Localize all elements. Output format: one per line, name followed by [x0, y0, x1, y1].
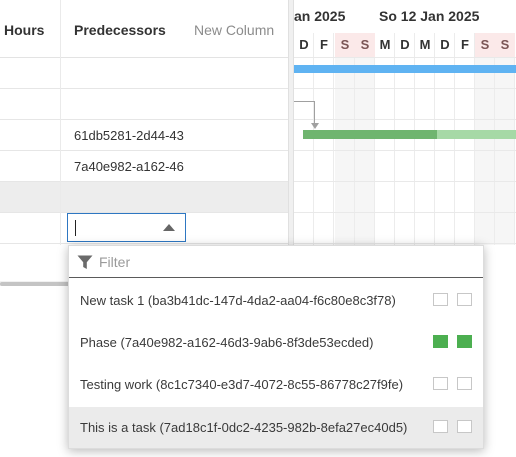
- column-divider[interactable]: [60, 0, 61, 245]
- column-header-new-column[interactable]: New Column: [194, 0, 274, 58]
- gantt-row-line: [294, 150, 516, 151]
- column-header-predecessors[interactable]: Predecessors: [74, 0, 166, 58]
- dependency-arrow-icon: [311, 123, 319, 129]
- checkbox[interactable]: [457, 377, 472, 390]
- option-label: New task 1 (ba3b41dc-147d-4da2-aa04-f6c8…: [80, 293, 396, 308]
- checkbox-checked[interactable]: [457, 335, 472, 348]
- week-header: So 12 Jan 2025: [379, 8, 480, 24]
- predecessors-cell[interactable]: 7a40e982-a162-46: [74, 151, 184, 181]
- table-row[interactable]: 61db5281-2d44-43: [0, 120, 288, 151]
- predecessors-combo-editor[interactable]: [67, 213, 186, 242]
- day-label: D: [400, 37, 410, 52]
- filter-icon: [77, 255, 93, 269]
- day-label: F: [320, 37, 328, 52]
- column-header-hours[interactable]: Hours: [4, 0, 44, 58]
- filter-row: [69, 246, 483, 278]
- dropdown-option[interactable]: New task 1 (ba3b41dc-147d-4da2-aa04-f6c8…: [69, 280, 483, 321]
- text-caret: [75, 220, 76, 236]
- day-label-weekend: S: [475, 33, 495, 57]
- dependency-line: [314, 101, 315, 124]
- table-row-selected[interactable]: [0, 182, 288, 213]
- gantt-bar-task-progress[interactable]: [303, 130, 437, 139]
- day-label: D: [299, 37, 309, 52]
- dropdown-option[interactable]: Testing work (8c1c7340-e3d7-4072-8c55-86…: [69, 364, 483, 405]
- week-header: an 2025: [294, 8, 346, 24]
- gantt-bar-task[interactable]: [437, 130, 516, 139]
- predecessors-cell[interactable]: 61db5281-2d44-43: [74, 120, 184, 150]
- gantt-header-divider: [294, 57, 516, 58]
- grid-header: Hours Predecessors New Column: [0, 0, 288, 58]
- day-label: D: [440, 37, 450, 52]
- checkbox[interactable]: [433, 420, 448, 433]
- checkbox[interactable]: [433, 293, 448, 306]
- gantt-row-line: [294, 212, 516, 213]
- option-label: Testing work (8c1c7340-e3d7-4072-8c55-86…: [80, 377, 404, 392]
- gantt-bar-phase[interactable]: [294, 65, 516, 73]
- gantt-chart: an 2025 So 12 Jan 2025 D F S S M D M D F…: [294, 0, 516, 245]
- day-label-weekend: S: [355, 33, 375, 57]
- gantt-row-line: [294, 88, 516, 89]
- checkbox-checked[interactable]: [433, 335, 448, 348]
- gantt-row-line: [294, 119, 516, 120]
- day-label-weekend: S: [335, 33, 355, 57]
- table-row[interactable]: [0, 89, 288, 120]
- filter-input[interactable]: [99, 251, 469, 273]
- gantt-row-line: [294, 243, 516, 244]
- dropdown-option-hovered[interactable]: This is a task (7ad18c1f-0dc2-4235-982b-…: [69, 407, 483, 448]
- option-label: This is a task (7ad18c1f-0dc2-4235-982b-…: [80, 420, 408, 435]
- dropdown-option[interactable]: Phase (7a40e982-a162-46d3-9ab6-8f3de53ec…: [69, 322, 483, 363]
- checkbox[interactable]: [433, 377, 448, 390]
- gantt-row-line: [294, 181, 516, 182]
- option-label: Phase (7a40e982-a162-46d3-9ab6-8f3de53ec…: [80, 335, 374, 350]
- dependency-line: [294, 101, 314, 102]
- table-row[interactable]: 7a40e982-a162-46: [0, 151, 288, 182]
- day-label-weekend: S: [495, 33, 515, 57]
- predecessors-dropdown: New task 1 (ba3b41dc-147d-4da2-aa04-f6c8…: [68, 245, 484, 449]
- checkbox[interactable]: [457, 293, 472, 306]
- chevron-up-icon[interactable]: [163, 224, 175, 231]
- day-label: F: [461, 37, 469, 52]
- day-label: M: [379, 37, 391, 52]
- day-label: M: [419, 37, 431, 52]
- table-row[interactable]: [0, 58, 288, 89]
- checkbox[interactable]: [457, 420, 472, 433]
